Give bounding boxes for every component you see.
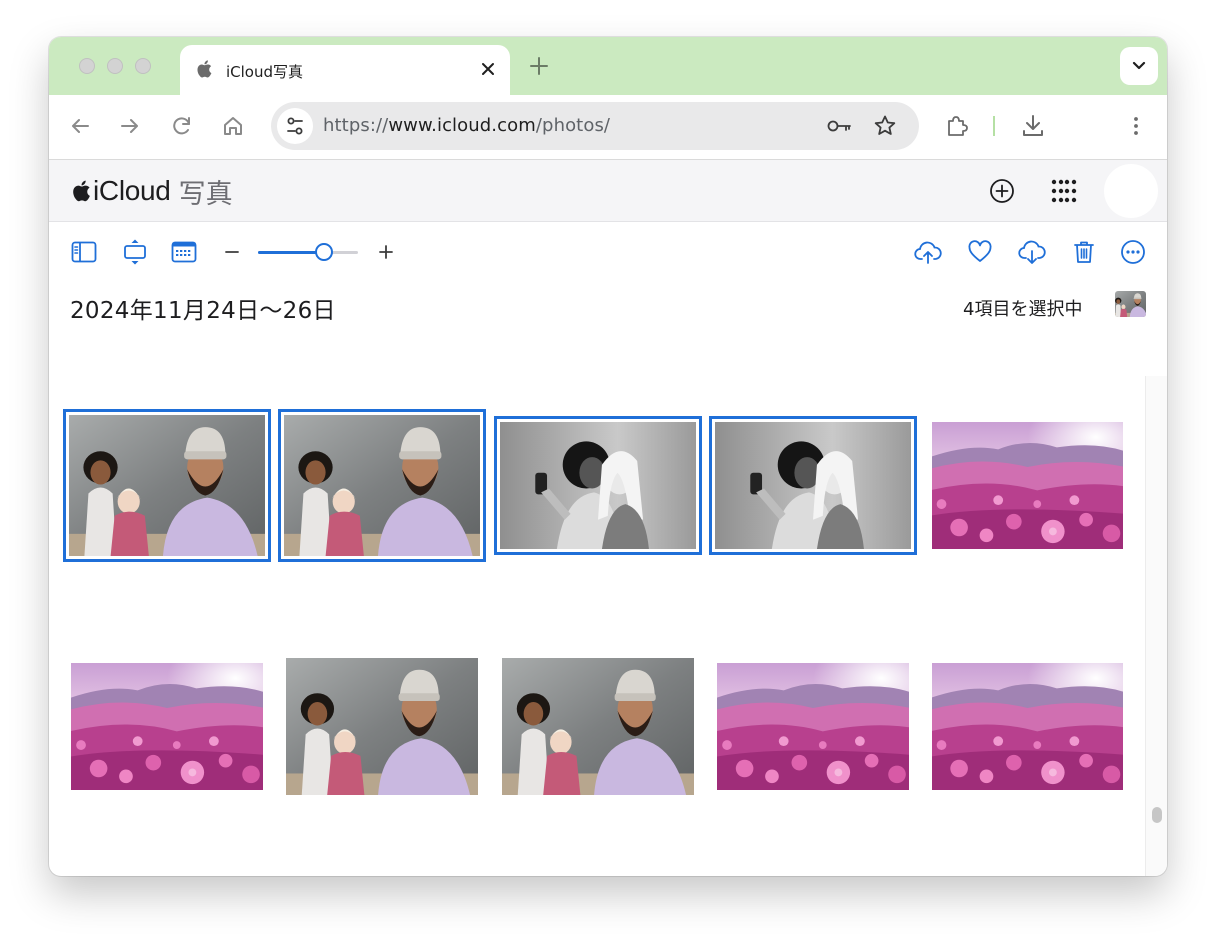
more-circle-icon[interactable]	[1119, 238, 1147, 266]
photo-image	[502, 658, 694, 795]
zoom-slider[interactable]	[258, 241, 360, 263]
tab-title: iCloud写真	[226, 63, 304, 81]
new-tab-icon[interactable]	[525, 52, 553, 80]
photo-thumbnail[interactable]	[932, 422, 1123, 549]
url-scheme: https://	[323, 115, 389, 136]
scrollbar-thumb[interactable]	[1152, 807, 1162, 823]
zoom-in-icon[interactable]	[372, 238, 400, 266]
photo-thumbnail[interactable]	[71, 663, 263, 790]
zoom-slider-knob[interactable]	[315, 243, 333, 261]
brand-section: 写真	[178, 178, 233, 210]
photo-thumbnail[interactable]	[502, 658, 694, 795]
brand-name: iCloud	[93, 175, 171, 206]
sidebar-toggle-icon[interactable]	[70, 238, 98, 266]
photo-thumbnail[interactable]	[717, 663, 909, 790]
browser-window: iCloud写真 https://www.icloud.com/photos/ …	[49, 37, 1167, 876]
photo-image	[932, 663, 1123, 790]
home-icon[interactable]	[219, 112, 247, 140]
photo-thumbnail[interactable]	[932, 663, 1123, 790]
add-circle-icon[interactable]	[988, 177, 1016, 205]
bookmark-star-icon[interactable]	[871, 112, 899, 140]
selection-thumbnail[interactable]	[1115, 291, 1146, 317]
zoom-out-icon[interactable]	[218, 238, 246, 266]
apple-logo-icon	[71, 179, 91, 203]
url-text[interactable]: https://www.icloud.com/photos/	[323, 115, 610, 136]
upload-icon[interactable]	[914, 238, 942, 266]
calendar-grid-icon[interactable]	[170, 238, 198, 266]
toolbar-separator	[993, 116, 995, 136]
icloud-header: iCloud 写真	[49, 160, 1167, 222]
download-cloud-icon[interactable]	[1018, 238, 1046, 266]
icloud-photos-brand[interactable]: iCloud 写真	[71, 174, 233, 210]
photo-image	[286, 658, 478, 795]
photo-thumbnail[interactable]	[286, 658, 478, 795]
site-settings-icon[interactable]	[277, 108, 313, 144]
account-avatar[interactable]	[1104, 164, 1158, 218]
trash-icon[interactable]	[1070, 238, 1098, 266]
photo-image	[932, 422, 1123, 549]
close-window-button[interactable]	[79, 58, 95, 74]
apple-logo-icon	[196, 59, 212, 79]
extensions-icon[interactable]	[943, 112, 971, 140]
photo-image	[715, 422, 911, 549]
tab-search-icon[interactable]	[1120, 47, 1158, 85]
back-icon[interactable]	[66, 112, 94, 140]
app-grid-icon[interactable]	[1050, 177, 1078, 205]
photo-image	[284, 415, 480, 556]
photo-thumbnail-selected[interactable]	[709, 416, 917, 555]
password-key-icon[interactable]	[825, 112, 853, 140]
address-bar[interactable]: https://www.icloud.com/photos/	[271, 102, 919, 150]
photo-image	[71, 663, 263, 790]
photo-image	[69, 415, 265, 556]
scrollbar-track[interactable]	[1145, 376, 1167, 876]
reload-icon[interactable]	[168, 112, 196, 140]
zoom-window-button[interactable]	[135, 58, 151, 74]
photo-thumbnail-selected[interactable]	[63, 409, 271, 562]
close-tab-icon[interactable]	[474, 55, 502, 83]
url-host: www.icloud.com	[388, 115, 536, 136]
forward-icon[interactable]	[116, 112, 144, 140]
url-path: /photos/	[535, 115, 611, 136]
browser-toolbar: https://www.icloud.com/photos/	[49, 95, 1167, 160]
more-vertical-icon[interactable]	[1122, 112, 1150, 140]
selection-count: 4項目を選択中	[963, 299, 1083, 320]
date-range-heading: 2024年11月24日〜26日	[70, 298, 336, 324]
photo-image	[717, 663, 909, 790]
favorite-heart-icon[interactable]	[966, 238, 994, 266]
download-icon[interactable]	[1019, 112, 1047, 140]
browser-tab-icloud-photos[interactable]: iCloud写真	[180, 45, 510, 95]
minimize-window-button[interactable]	[107, 58, 123, 74]
photo-image	[500, 422, 696, 549]
fit-icon[interactable]	[121, 238, 149, 266]
tab-strip: iCloud写真	[49, 37, 1167, 95]
photo-thumbnail-selected[interactable]	[494, 416, 702, 555]
photo-thumbnail-selected[interactable]	[278, 409, 486, 562]
